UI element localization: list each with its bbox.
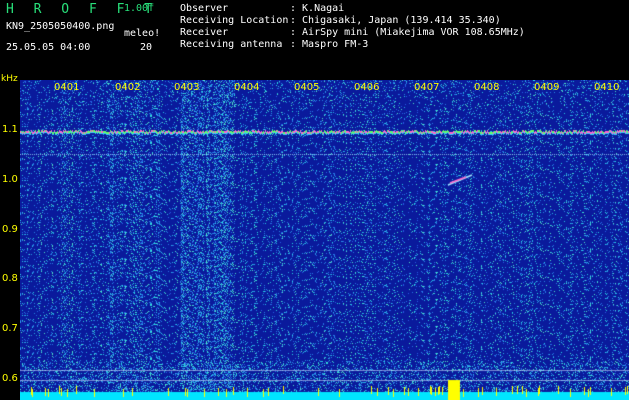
spectrogram-canvas	[20, 80, 629, 400]
time-label: 0407	[414, 82, 440, 93]
hrofft-window: H R O F F T 1.00f KN9_2505050400.png mel…	[0, 0, 629, 400]
antenna-value: : Maspro FM-3	[290, 39, 369, 50]
observer-label: Observer	[180, 3, 229, 14]
freq-label: 1.0	[2, 174, 18, 185]
time-label: 0408	[474, 82, 500, 93]
freq-label: 0.7	[2, 323, 18, 334]
app-version: 1.00f	[124, 3, 155, 14]
spectrogram-plot: 0401 0402 0403 0404 0405 0406 0407 0408 …	[20, 80, 629, 400]
echo-count: 20	[140, 42, 153, 53]
location-value: : Chigasaki, Japan (139.414 35.340)	[290, 15, 501, 26]
capture-datetime: 25.05.05 04:00	[6, 42, 91, 53]
meleo-label: meleo!	[124, 28, 161, 39]
receiver-value: : AirSpy mini (Miakejima VOR 108.65MHz)	[290, 27, 525, 38]
time-label: 0406	[354, 82, 380, 93]
freq-label: 0.9	[2, 224, 18, 235]
time-label: 0405	[294, 82, 320, 93]
time-label: 0404	[234, 82, 260, 93]
freq-unit-label: kHz	[1, 74, 18, 84]
location-label: Receiving Location	[180, 15, 289, 26]
time-label: 0403	[174, 82, 200, 93]
observer-value: : K.Nagai	[290, 3, 345, 14]
time-label: 0401	[54, 82, 80, 93]
time-label: 0402	[115, 82, 141, 93]
receiver-label: Receiver	[180, 27, 229, 38]
time-label: 0409	[534, 82, 560, 93]
freq-label: 0.6	[2, 373, 18, 384]
antenna-label: Receiving antenna	[180, 39, 283, 50]
freq-label: 1.1	[2, 124, 18, 135]
file-name: KN9_2505050400.png	[6, 21, 115, 32]
freq-label: 0.8	[2, 273, 18, 284]
time-label: 0410	[594, 82, 620, 93]
